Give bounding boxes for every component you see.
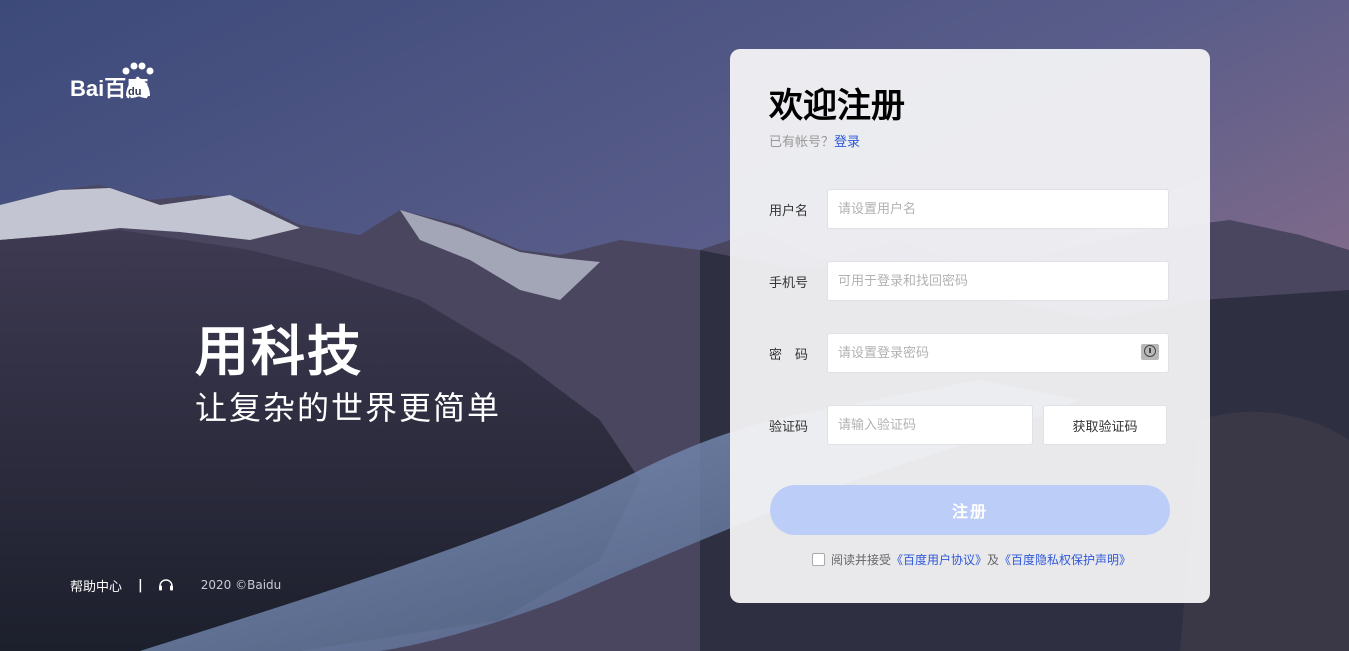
code-label: 验证码 (769, 419, 809, 435)
help-center-link[interactable]: 帮助中心 (70, 576, 122, 595)
code-row: 验证码 获取验证码 (769, 405, 1167, 445)
has-account-text: 已有帐号？登录 (769, 131, 860, 150)
baidu-paw-icon: Bai百度 du (70, 62, 154, 101)
slogan-headline: 用科技 (195, 320, 363, 383)
username-input[interactable] (827, 189, 1169, 229)
baidu-logo[interactable]: Bai百度 du (70, 58, 200, 102)
agree-prefix: 阅读并接受 (831, 553, 892, 567)
privacy-link[interactable]: 《百度隐私权保护声明》 (999, 551, 1131, 568)
register-card: 欢迎注册 已有帐号？登录 用户名 手机号 密 码 验证码 获取验证码 注册 阅读… (730, 49, 1210, 603)
headset-icon[interactable] (157, 576, 175, 594)
eye-toggle-icon[interactable] (1141, 344, 1159, 360)
copyright: 2020 ©Baidu (200, 578, 282, 592)
form-title: 欢迎注册 (769, 86, 905, 126)
get-code-button[interactable]: 获取验证码 (1043, 405, 1167, 445)
footer-separator: | (138, 577, 143, 593)
slogan-subline: 让复杂的世界更简单 (195, 389, 502, 427)
password-label: 密 码 (769, 347, 809, 363)
phone-label: 手机号 (769, 275, 809, 291)
terms-link[interactable]: 《百度用户协议》 (891, 551, 987, 568)
has-account-label: 已有帐号？ (769, 135, 835, 150)
username-label: 用户名 (769, 203, 809, 219)
agree-and: 及 (987, 553, 1000, 567)
password-row: 密 码 (769, 333, 1169, 373)
footer: 帮助中心 | 2020 ©Baidu (70, 576, 282, 595)
register-button[interactable]: 注册 (770, 485, 1170, 535)
agree-checkbox[interactable] (812, 553, 825, 566)
password-field-wrap (827, 333, 1169, 373)
logo-accent-text: du (128, 86, 141, 98)
slogan: 用科技 让复杂的世界更简单 (195, 322, 501, 428)
username-row: 用户名 (769, 189, 1169, 229)
agreement: 阅读并接受 《百度用户协议》 及 《百度隐私权保护声明》 (812, 551, 1131, 568)
login-link[interactable]: 登录 (834, 135, 860, 150)
password-input[interactable] (827, 333, 1169, 373)
phone-input[interactable] (827, 261, 1169, 301)
code-input[interactable] (827, 405, 1033, 445)
phone-row: 手机号 (769, 261, 1169, 301)
